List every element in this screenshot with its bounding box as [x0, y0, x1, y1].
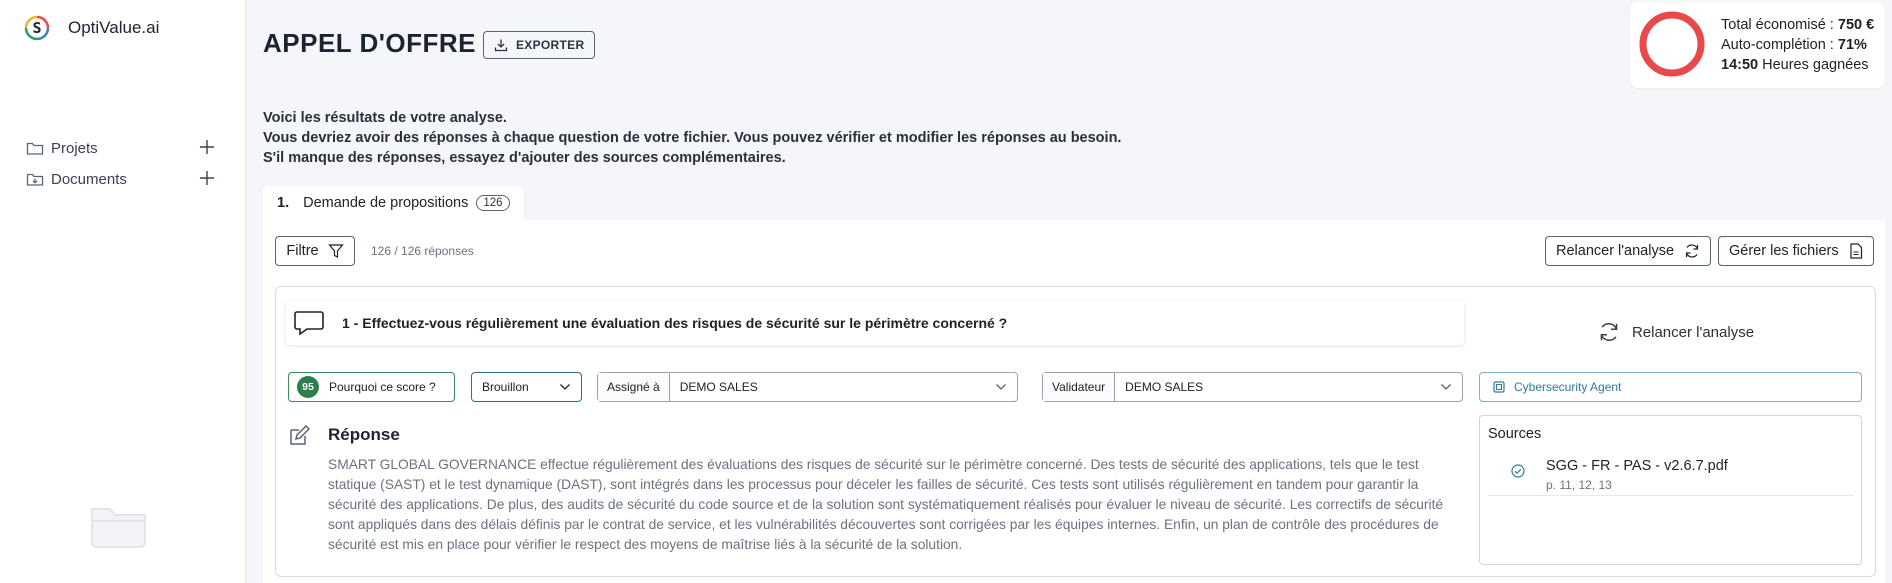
stats-card: Total économisé : 750 € Auto-complétion … — [1630, 2, 1885, 88]
sidebar: S OptiValue.ai Projets Documents — [0, 0, 246, 583]
intro-line: Vous devriez avoir des réponses à chaque… — [263, 130, 1122, 146]
tab-label: Demande de propositions — [303, 195, 469, 211]
tab-count-badge: 126 — [476, 195, 510, 211]
tab-number: 1. — [277, 195, 290, 211]
total-saved: Total économisé : 750 € — [1721, 17, 1875, 33]
sidebar-item-projets[interactable]: Projets — [26, 136, 216, 160]
filter-label: Filtre — [286, 243, 319, 259]
file-icon — [1849, 243, 1863, 259]
validator-select[interactable]: Validateur DEMO SALES — [1042, 372, 1463, 402]
auto-completion: Auto-complétion : 71% — [1721, 37, 1867, 53]
brand-logo-letter: S — [32, 19, 42, 37]
question-card: 1 - Effectuez-vous régulièrement une éva… — [275, 286, 1876, 577]
answer-title: Réponse — [328, 425, 400, 444]
edit-icon[interactable] — [288, 424, 311, 452]
question-box: 1 - Effectuez-vous régulièrement une éva… — [286, 301, 1464, 345]
question-text: 1 - Effectuez-vous régulièrement une éva… — [342, 315, 1008, 331]
brand-logo: S — [24, 15, 50, 41]
chevron-down-icon — [1440, 383, 1452, 391]
refresh-icon — [1684, 243, 1700, 259]
hours-saved: 14:50 Heures gagnées — [1721, 57, 1869, 73]
answer-text[interactable]: SMART GLOBAL GOVERNANCE effectue réguliè… — [328, 455, 1458, 555]
sidebar-item-label: Projets — [51, 139, 98, 157]
response-count: 126 / 126 réponses — [371, 244, 474, 258]
page-title: APPEL D'OFFRE — [263, 28, 477, 58]
chip-icon — [1492, 380, 1506, 394]
brand[interactable]: S OptiValue.ai — [24, 15, 159, 41]
export-button[interactable]: EXPORTER — [483, 31, 596, 59]
intro-line: S'il manque des réponses, essayez d'ajou… — [263, 150, 786, 166]
tab-demande-de-propositions[interactable]: 1. Demande de propositions 126 — [263, 186, 523, 220]
refresh-icon — [1598, 321, 1620, 343]
add-project-icon[interactable] — [198, 138, 216, 156]
source-item[interactable]: SGG - FR - PAS - v2.6.7.pdf p. 11, 12, 1… — [1488, 451, 1854, 496]
empty-folder-icon — [88, 497, 150, 554]
check-circle-icon — [1510, 463, 1526, 484]
folder-download-icon — [26, 171, 44, 187]
relaunch-analysis-button[interactable]: Relancer l'analyse — [1545, 236, 1712, 266]
agent-button[interactable]: Cybersecurity Agent — [1479, 372, 1862, 402]
main-content: APPEL D'OFFRE EXPORTER Total économisé :… — [247, 0, 1892, 583]
sidebar-item-documents[interactable]: Documents — [26, 167, 216, 191]
status-select[interactable]: Brouillon — [471, 372, 582, 402]
sources-panel: Sources SGG - FR - PAS - v2.6.7.pdf p. 1… — [1479, 415, 1862, 565]
chat-bubble-icon — [294, 310, 324, 336]
status-value: Brouillon — [482, 380, 529, 394]
assigned-select[interactable]: Assigné à DEMO SALES — [597, 372, 1018, 402]
manage-files-button[interactable]: Gérer les fichiers — [1718, 236, 1874, 266]
download-icon — [494, 38, 508, 52]
agent-label: Cybersecurity Agent — [1514, 380, 1622, 394]
export-label: EXPORTER — [516, 38, 585, 52]
folder-icon — [26, 140, 44, 156]
validator-value: DEMO SALES — [1125, 380, 1204, 394]
relaunch-question-label: Relancer l'analyse — [1631, 323, 1755, 341]
add-document-icon[interactable] — [198, 169, 216, 187]
filter-button[interactable]: Filtre — [275, 236, 355, 266]
source-pages: p. 11, 12, 13 — [1546, 478, 1612, 492]
assigned-label: Assigné à — [598, 373, 670, 401]
sidebar-item-label: Documents — [51, 170, 127, 188]
chevron-down-icon — [995, 383, 1007, 391]
sources-title: Sources — [1488, 426, 1542, 442]
chevron-down-icon — [559, 383, 571, 391]
filter-icon — [327, 243, 344, 259]
score-label: Pourquoi ce score ? — [329, 380, 436, 394]
relaunch-label: Relancer l'analyse — [1556, 243, 1675, 259]
score-badge: 95 — [297, 376, 319, 398]
score-button[interactable]: 95 Pourquoi ce score ? — [288, 372, 455, 402]
brand-name: OptiValue.ai — [68, 18, 160, 37]
assigned-value: DEMO SALES — [679, 380, 758, 394]
intro-text: Voici les résultats de votre analyse. Vo… — [263, 108, 1121, 168]
relaunch-question-button[interactable]: Relancer l'analyse — [1476, 321, 1876, 343]
manage-files-label: Gérer les fichiers — [1729, 243, 1839, 259]
completion-ring — [1638, 10, 1706, 83]
questions-panel: Filtre 126 / 126 réponses Relancer l'ana… — [263, 220, 1885, 583]
validator-label: Validateur — [1043, 373, 1116, 401]
source-filename: SGG - FR - PAS - v2.6.7.pdf — [1546, 458, 1728, 474]
intro-line: Voici les résultats de votre analyse. — [263, 110, 507, 126]
